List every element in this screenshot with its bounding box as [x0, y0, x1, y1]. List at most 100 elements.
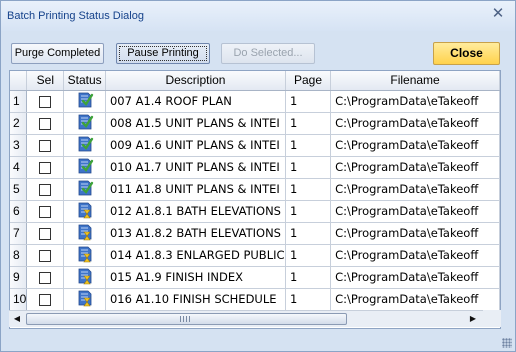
select-checkbox[interactable]	[39, 139, 52, 152]
row-number[interactable]: 10	[10, 288, 28, 311]
resize-grip-icon[interactable]	[502, 338, 512, 348]
row-number[interactable]: 1	[10, 90, 28, 113]
select-cell[interactable]	[26, 222, 65, 245]
description-cell: 011 A1.8 UNIT PLANS & INTEI	[105, 178, 286, 201]
column-header-status[interactable]: Status	[63, 71, 106, 91]
table-row[interactable]: 1 007 A1.4 ROOF PLAN 1 C:\ProgramData\eTake…	[10, 90, 500, 113]
description-cell: 015 A1.9 FINISH INDEX	[105, 266, 286, 289]
table-row[interactable]: 4 010 A1.7 UNIT PLANS & INTEI 1 C:\ProgramD…	[10, 156, 500, 179]
title-bar[interactable]: Batch Printing Status Dialog ✕	[1, 1, 515, 31]
page-cell: 1	[285, 178, 332, 201]
page-cell: 1	[285, 156, 332, 179]
description-cell: 016 A1.10 FINISH SCHEDULE	[105, 288, 286, 311]
filename-cell: C:\ProgramData\eTakeoff	[330, 200, 500, 223]
column-header-page[interactable]: Page	[285, 71, 332, 91]
row-number[interactable]: 5	[10, 178, 28, 201]
select-cell[interactable]	[26, 156, 65, 179]
description-cell: 013 A1.8.2 BATH ELEVATIONS	[105, 222, 286, 245]
window-title: Batch Printing Status Dialog	[7, 10, 144, 22]
select-cell[interactable]	[26, 90, 65, 113]
pause-printing-label: Pause Printing	[119, 46, 207, 61]
select-cell[interactable]	[26, 266, 65, 289]
grip-icon	[180, 316, 192, 322]
select-checkbox[interactable]	[39, 205, 52, 218]
document-hourglass-icon	[76, 201, 94, 222]
row-number[interactable]: 3	[10, 134, 28, 157]
row-number[interactable]: 2	[10, 112, 28, 135]
horizontal-scrollbar[interactable]: ◀ ▶	[9, 310, 483, 327]
document-check-icon	[76, 91, 94, 112]
print-jobs-grid: Sel Status Description Page Filename 1 00…	[9, 70, 501, 329]
filename-cell: C:\ProgramData\eTakeoff	[330, 266, 500, 289]
pause-printing-button[interactable]: Pause Printing	[116, 43, 210, 64]
select-cell[interactable]	[26, 112, 65, 135]
row-number[interactable]: 4	[10, 156, 28, 179]
table-row[interactable]: 3 009 A1.6 UNIT PLANS & INTEI 1 C:\ProgramD…	[10, 134, 500, 157]
filename-cell: C:\ProgramData\eTakeoff	[330, 288, 500, 311]
document-hourglass-icon	[76, 223, 94, 244]
select-checkbox[interactable]	[39, 293, 52, 306]
table-row[interactable]: 10 016 A1.10 FINISH SCHEDULE 1 C:\ProgramDa…	[10, 288, 500, 311]
scroll-right-icon[interactable]: ▶	[467, 313, 479, 325]
page-cell: 1	[285, 134, 332, 157]
document-check-icon	[76, 135, 94, 156]
filename-cell: C:\ProgramData\eTakeoff	[330, 244, 500, 267]
document-hourglass-icon	[76, 289, 94, 310]
filename-cell: C:\ProgramData\eTakeoff	[330, 222, 500, 245]
row-number[interactable]: 6	[10, 200, 28, 223]
select-cell[interactable]	[26, 200, 65, 223]
filename-cell: C:\ProgramData\eTakeoff	[330, 90, 500, 113]
table-row[interactable]: 5 011 A1.8 UNIT PLANS & INTEI 1 C:\ProgramD…	[10, 178, 500, 201]
document-check-icon	[76, 157, 94, 178]
select-checkbox[interactable]	[39, 161, 52, 174]
table-row[interactable]: 8 014 A1.8.3 ENLARGED PUBLIC 1 C:\ProgramDa…	[10, 244, 500, 267]
select-checkbox[interactable]	[39, 249, 52, 262]
select-checkbox[interactable]	[39, 271, 52, 284]
page-cell: 1	[285, 90, 332, 113]
scroll-thumb[interactable]	[26, 313, 347, 325]
table-row[interactable]: 7 013 A1.8.2 BATH ELEVATIONS 1 C:\ProgramDa…	[10, 222, 500, 245]
select-checkbox[interactable]	[39, 227, 52, 240]
row-number[interactable]: 7	[10, 222, 28, 245]
scroll-left-icon[interactable]: ◀	[11, 313, 23, 325]
select-cell[interactable]	[26, 134, 65, 157]
status-cell	[63, 112, 106, 135]
column-header-description[interactable]: Description	[105, 71, 286, 91]
page-cell: 1	[285, 222, 332, 245]
select-cell[interactable]	[26, 244, 65, 267]
description-cell: 014 A1.8.3 ENLARGED PUBLIC	[105, 244, 286, 267]
row-number[interactable]: 9	[10, 266, 28, 289]
table-row[interactable]: 2 008 A1.5 UNIT PLANS & INTEI 1 C:\ProgramD…	[10, 112, 500, 135]
select-checkbox[interactable]	[39, 183, 52, 196]
batch-printing-dialog: Batch Printing Status Dialog ✕ Purge Com…	[0, 0, 516, 352]
header-row: Sel Status Description Page Filename	[10, 71, 500, 91]
scroll-corner	[483, 310, 501, 327]
document-check-icon	[76, 179, 94, 200]
table-row[interactable]: 9 015 A1.9 FINISH INDEX 1 C:\ProgramData\eT…	[10, 266, 500, 289]
select-cell[interactable]	[26, 288, 65, 311]
row-number-header	[10, 71, 28, 91]
select-checkbox[interactable]	[39, 95, 52, 108]
description-cell: 010 A1.7 UNIT PLANS & INTEI	[105, 156, 286, 179]
close-icon[interactable]: ✕	[491, 6, 505, 21]
status-cell	[63, 222, 106, 245]
jobs-table: Sel Status Description Page Filename 1 00…	[10, 71, 500, 311]
row-number[interactable]: 8	[10, 244, 28, 267]
document-hourglass-icon	[76, 245, 94, 266]
filename-cell: C:\ProgramData\eTakeoff	[330, 134, 500, 157]
purge-completed-button[interactable]: Purge Completed	[11, 43, 104, 64]
select-checkbox[interactable]	[39, 117, 52, 130]
status-cell	[63, 90, 106, 113]
page-cell: 1	[285, 200, 332, 223]
page-cell: 1	[285, 112, 332, 135]
document-hourglass-icon	[76, 267, 94, 288]
close-button[interactable]: Close	[433, 42, 500, 65]
column-header-filename[interactable]: Filename	[330, 71, 500, 91]
page-cell: 1	[285, 244, 332, 267]
select-cell[interactable]	[26, 178, 65, 201]
column-header-sel[interactable]: Sel	[26, 71, 65, 91]
do-selected-button[interactable]: Do Selected...	[221, 43, 315, 64]
filename-cell: C:\ProgramData\eTakeoff	[330, 156, 500, 179]
table-row[interactable]: 6 012 A1.8.1 BATH ELEVATIONS 1 C:\ProgramDa…	[10, 200, 500, 223]
status-cell	[63, 200, 106, 223]
